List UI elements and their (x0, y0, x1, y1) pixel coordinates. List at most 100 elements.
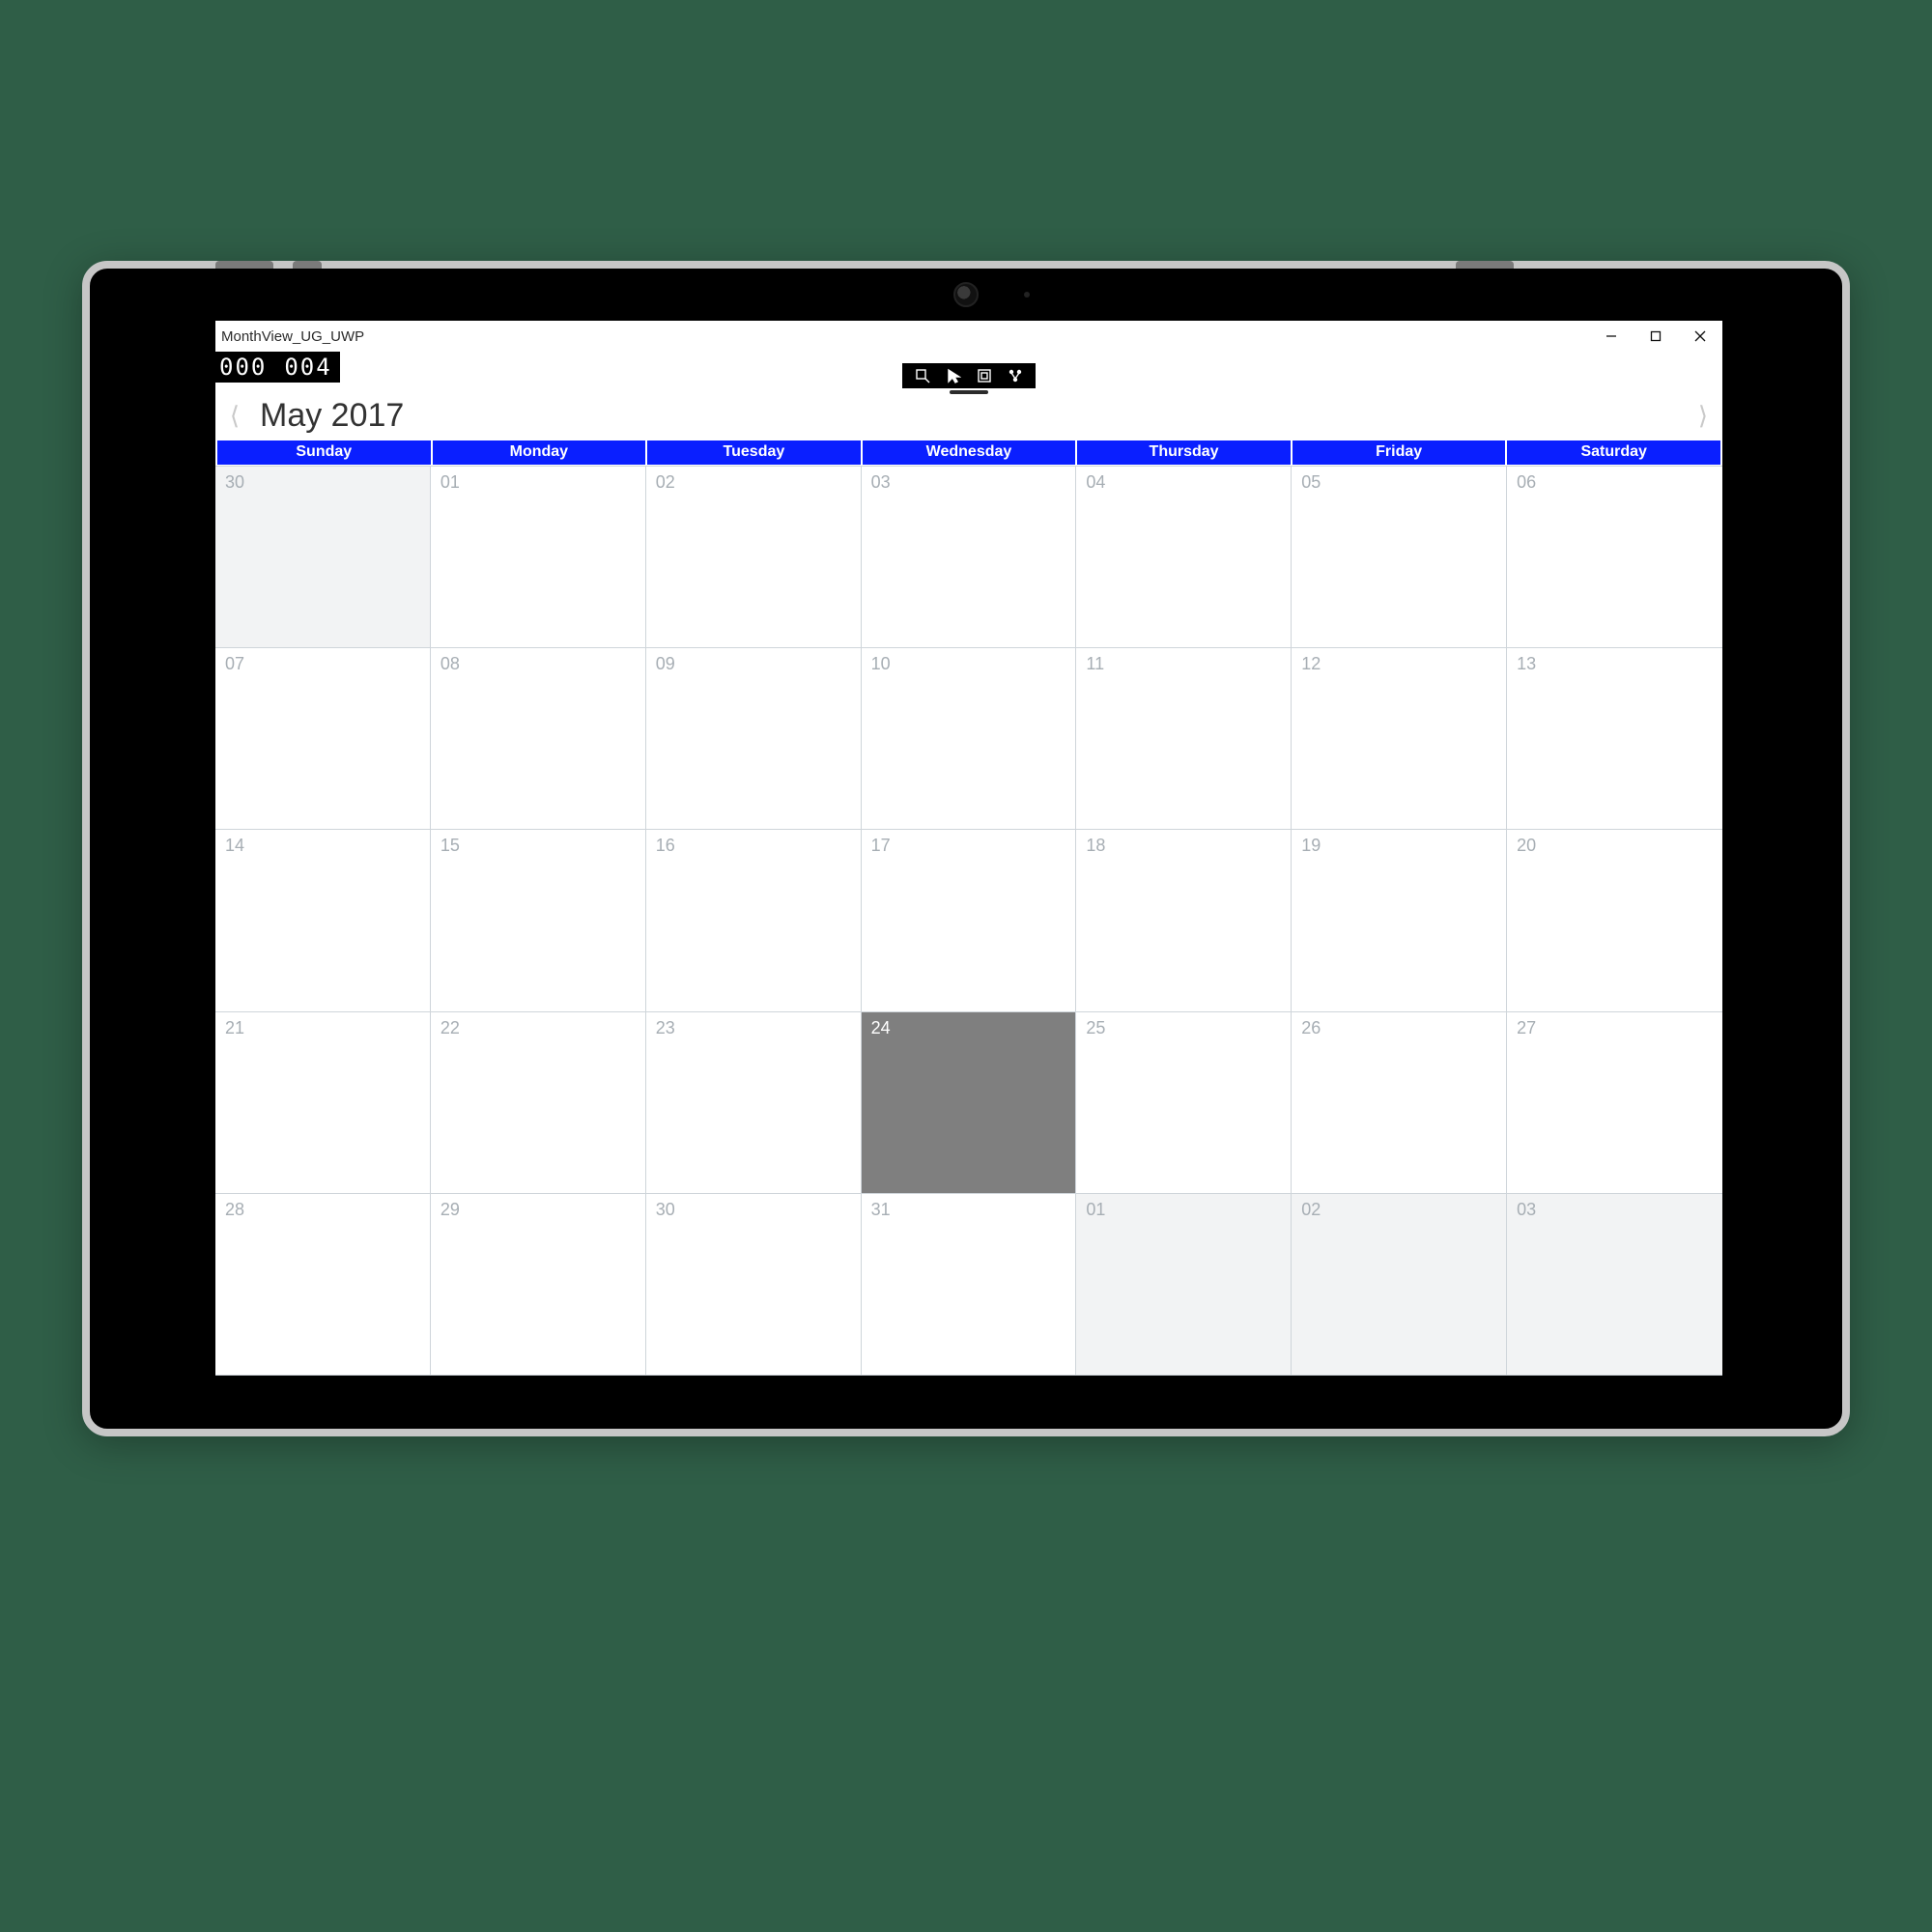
weekday-header: Wednesday (863, 440, 1076, 465)
dev-toolbar[interactable] (902, 363, 1036, 388)
day-number: 03 (1517, 1200, 1536, 1219)
month-title[interactable]: May 2017 (260, 397, 404, 435)
day-number: 05 (1301, 472, 1321, 492)
window-titlebar: MonthView_UG_UWP (215, 321, 1722, 352)
day-number: 28 (225, 1200, 244, 1219)
day-number: 08 (440, 654, 460, 673)
calendar-cell[interactable]: 19 (1292, 830, 1507, 1011)
day-number: 25 (1086, 1018, 1105, 1037)
calendar-cell[interactable]: 27 (1507, 1012, 1722, 1194)
calendar-cell[interactable]: 07 (215, 648, 431, 830)
calendar-cell[interactable]: 31 (862, 1194, 1077, 1376)
device-sensor (1024, 292, 1030, 298)
calendar-cell[interactable]: 21 (215, 1012, 431, 1194)
day-number: 31 (871, 1200, 891, 1219)
tool-select-icon[interactable] (914, 367, 931, 384)
calendar-cell[interactable]: 04 (1076, 467, 1292, 648)
calendar-cell[interactable]: 09 (646, 648, 862, 830)
day-number: 07 (225, 654, 244, 673)
calendar-cell[interactable]: 29 (431, 1194, 646, 1376)
day-number: 13 (1517, 654, 1536, 673)
day-number: 01 (440, 472, 460, 492)
weekday-header: Tuesday (647, 440, 861, 465)
window-maximize-button[interactable] (1634, 321, 1678, 352)
app-window: MonthView_UG_UWP 000 004 (215, 321, 1722, 1376)
day-number: 30 (225, 472, 244, 492)
day-number: 10 (871, 654, 891, 673)
tool-cursor-icon[interactable] (945, 367, 962, 384)
day-number: 06 (1517, 472, 1536, 492)
day-number: 17 (871, 836, 891, 855)
day-number: 15 (440, 836, 460, 855)
tool-layout-icon[interactable] (976, 367, 993, 384)
calendar-cell[interactable]: 28 (215, 1194, 431, 1376)
calendar-cell[interactable]: 20 (1507, 830, 1722, 1011)
calendar-cell-out[interactable]: 03 (1507, 1194, 1722, 1376)
calendar-cell-out[interactable]: 02 (1292, 1194, 1507, 1376)
day-number: 26 (1301, 1018, 1321, 1037)
day-number: 03 (871, 472, 891, 492)
day-number: 23 (656, 1018, 675, 1037)
calendar-cell[interactable]: 03 (862, 467, 1077, 648)
calendar-cell[interactable]: 12 (1292, 648, 1507, 830)
dev-toolbar-handle[interactable] (950, 390, 988, 394)
device-edge-notch (1456, 261, 1514, 269)
day-number: 12 (1301, 654, 1321, 673)
window-close-button[interactable] (1678, 321, 1722, 352)
day-number: 11 (1086, 654, 1104, 673)
weekday-header: Friday (1293, 440, 1506, 465)
window-minimize-button[interactable] (1589, 321, 1634, 352)
day-number: 24 (871, 1018, 891, 1037)
day-number: 19 (1301, 836, 1321, 855)
device-edge-notch (293, 261, 322, 269)
tablet-device-frame: MonthView_UG_UWP 000 004 (82, 261, 1850, 1436)
calendar-cell[interactable]: 13 (1507, 648, 1722, 830)
calendar-cell[interactable]: 05 (1292, 467, 1507, 648)
calendar-cell[interactable]: 16 (646, 830, 862, 1011)
calendar-cell[interactable]: 10 (862, 648, 1077, 830)
calendar-header: ⟨ May 2017 ⟩ (215, 390, 1722, 440)
calendar-cell[interactable]: 01 (431, 467, 646, 648)
weekday-header: Thursday (1077, 440, 1291, 465)
day-number: 02 (1301, 1200, 1321, 1219)
calendar-cell[interactable]: 06 (1507, 467, 1722, 648)
calendar-cell[interactable]: 14 (215, 830, 431, 1011)
calendar-cell[interactable]: 30 (646, 1194, 862, 1376)
day-number: 09 (656, 654, 675, 673)
prev-month-button[interactable]: ⟨ (219, 396, 250, 435)
calendar-cell[interactable]: 22 (431, 1012, 646, 1194)
calendar-cell[interactable]: 02 (646, 467, 862, 648)
calendar-cell[interactable]: 17 (862, 830, 1077, 1011)
calendar-cell[interactable]: 25 (1076, 1012, 1292, 1194)
day-number: 04 (1086, 472, 1105, 492)
calendar-cell[interactable]: 26 (1292, 1012, 1507, 1194)
day-number: 27 (1517, 1018, 1536, 1037)
device-edge-notch (215, 261, 273, 269)
weekday-header: Saturday (1507, 440, 1720, 465)
weekday-header: Monday (433, 440, 646, 465)
calendar-cell-out[interactable]: 01 (1076, 1194, 1292, 1376)
day-number: 29 (440, 1200, 460, 1219)
day-number: 14 (225, 836, 244, 855)
day-number: 01 (1086, 1200, 1105, 1219)
weekday-header-row: SundayMondayTuesdayWednesdayThursdayFrid… (215, 440, 1722, 465)
device-camera (953, 282, 979, 307)
frame-counter-overlay: 000 004 (215, 352, 340, 383)
day-number: 30 (656, 1200, 675, 1219)
day-number: 16 (656, 836, 675, 855)
calendar-cell[interactable]: 08 (431, 648, 646, 830)
calendar-cell[interactable]: 11 (1076, 648, 1292, 830)
day-number: 18 (1086, 836, 1105, 855)
window-controls (1589, 321, 1722, 352)
calendar-cell[interactable]: 18 (1076, 830, 1292, 1011)
counter-left: 000 (219, 354, 267, 381)
day-number: 20 (1517, 836, 1536, 855)
calendar-cell-today[interactable]: 24 (862, 1012, 1077, 1194)
tool-tree-icon[interactable] (1007, 367, 1024, 384)
calendar-cell[interactable]: 15 (431, 830, 646, 1011)
day-number: 22 (440, 1018, 460, 1037)
calendar-cell[interactable]: 23 (646, 1012, 862, 1194)
next-month-button[interactable]: ⟩ (1688, 396, 1719, 435)
calendar-cell-out[interactable]: 30 (215, 467, 431, 648)
counter-right: 004 (284, 354, 331, 381)
